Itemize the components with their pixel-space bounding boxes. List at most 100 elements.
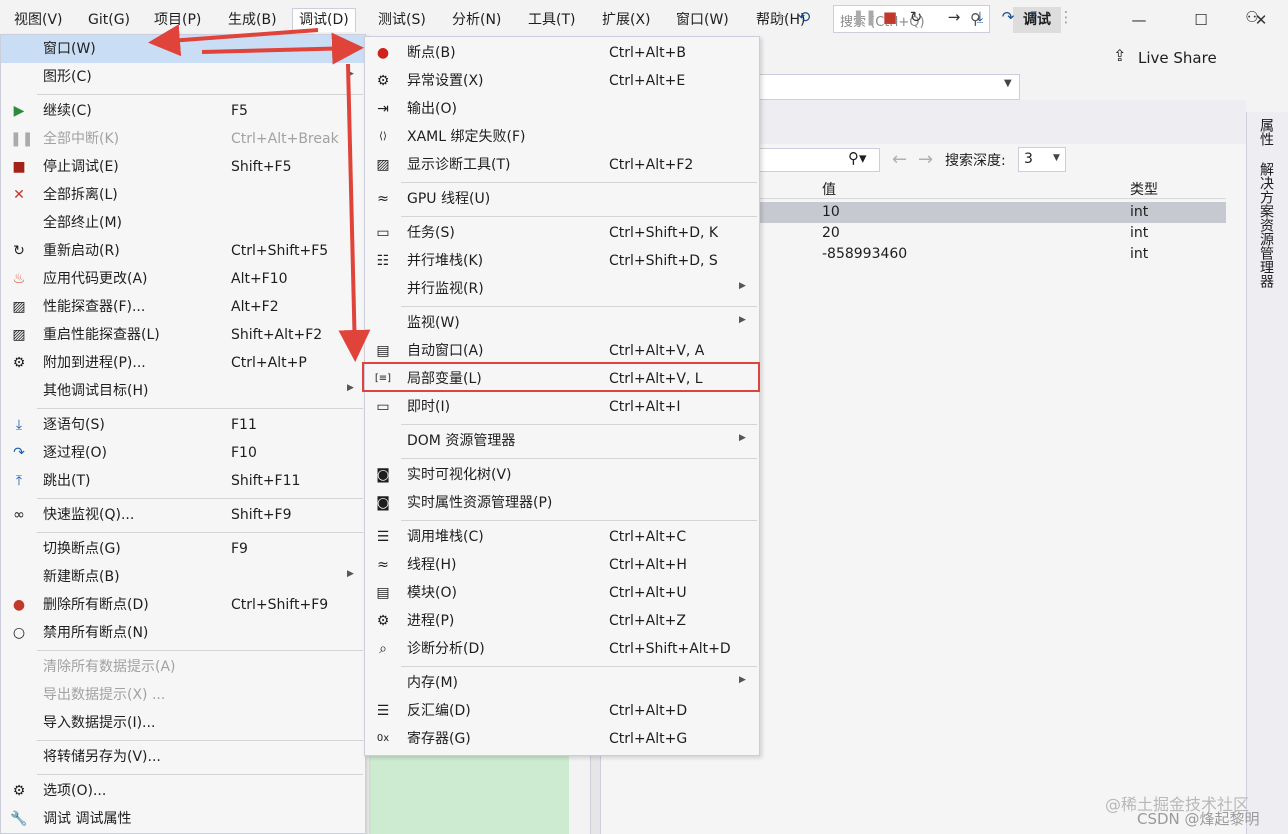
locals-value-cell[interactable]: 20 [822,223,840,244]
menu-item[interactable]: 0x 寄存器(G) Ctrl+Alt+G [365,725,759,753]
menubar-item-9[interactable]: 窗口(W) [670,8,735,32]
menubar-item-0[interactable]: 视图(V) [8,8,69,32]
menu-item[interactable]: 监视(W) ▶ [365,309,759,337]
menu-item[interactable]: ▨ 显示诊断工具(T) Ctrl+Alt+F2 [365,151,759,179]
menu-item[interactable]: ☰ 反汇编(D) Ctrl+Alt+D [365,697,759,725]
menu-item[interactable]: ⤓ 逐语句(S) F11 [1,411,365,439]
menu-item-label: 并行监视(R) [407,281,484,297]
menubar-item-4[interactable]: 调试(D) [292,8,356,32]
menu-item[interactable]: 窗口(W) ▶ [1,35,365,63]
hot-reload-icon[interactable]: ⟲ [794,6,814,28]
menu-item[interactable]: ⤒ 跳出(T) Shift+F11 [1,467,365,495]
menu-item[interactable]: ▨ 重启性能探查器(L) Shift+Alt+F2 [1,321,365,349]
menu-item[interactable]: ● 删除所有断点(D) Ctrl+Shift+F9 [1,591,365,619]
menu-item[interactable]: ❚❚ 全部中断(K) Ctrl+Alt+Break [1,125,365,153]
menu-item[interactable]: ■ 停止调试(E) Shift+F5 [1,153,365,181]
menu-item[interactable]: 🔧 调试 调试属性 [1,805,365,833]
step-out-icon[interactable]: ⤒ [1024,6,1044,28]
locals-row[interactable]: -858993460 int [760,244,1226,265]
menu-item[interactable]: 全部终止(M) [1,209,365,237]
menu-item[interactable]: 切换断点(G) F9 [1,535,365,563]
menu-item[interactable]: ☷ 并行堆栈(K) Ctrl+Shift+D, S [365,247,759,275]
menu-item[interactable]: 图形(C) ▶ [1,63,365,91]
back-arrow-icon[interactable]: ← [892,149,907,170]
menu-item[interactable]: 内存(M) ▶ [365,669,759,697]
stop-icon[interactable]: ■ [880,6,900,28]
menu-item[interactable]: 其他调试目标(H) ▶ [1,377,365,405]
menu-item[interactable]: ☰ 调用堆栈(C) Ctrl+Alt+C [365,523,759,551]
column-header-type[interactable]: 类型 [1130,179,1158,199]
menu-item[interactable]: ⚙ 选项(O)... [1,777,365,805]
menu-separator [401,424,757,425]
share-icon[interactable]: ⇪ [1113,46,1126,65]
menu-item[interactable]: ↻ 重新启动(R) Ctrl+Shift+F5 [1,237,365,265]
stack-frame-combo[interactable] [760,74,1020,100]
step-over-icon[interactable]: ↷ [998,6,1018,28]
menu-item[interactable]: 新建断点(B) ▶ [1,563,365,591]
menu-item[interactable]: ⇥ 输出(O) [365,95,759,123]
menu-item[interactable]: ◙ 实时属性资源管理器(P) [365,489,759,517]
menu-item[interactable]: 并行监视(R) ▶ [365,275,759,303]
locals-row[interactable]: 10 int [760,202,1226,223]
locals-value-cell[interactable]: -858993460 [822,244,907,265]
pause-icon: ❚❚ [10,131,34,147]
menubar-item-2[interactable]: 项目(P) [148,8,207,32]
menubar-item-3[interactable]: 生成(B) [222,8,283,32]
chevron-down-icon[interactable]: ▼ [1053,153,1060,163]
step-into-icon: ⤓ [15,417,23,433]
menu-item[interactable]: ↷ 逐过程(O) F10 [1,439,365,467]
call-stack-icon: ☰ [376,529,390,545]
restart-icon[interactable]: ↻ [906,6,926,28]
menu-item[interactable]: ⟨⟩ XAML 绑定失败(F) [365,123,759,151]
menubar-item-6[interactable]: 分析(N) [446,8,507,32]
tab-solution-explorer[interactable]: 解决方案资源管理器 [1256,162,1276,288]
maximize-icon[interactable]: ☐ [1186,8,1216,32]
menu-item-shortcut: Ctrl+Alt+E [609,73,686,89]
menu-item[interactable]: 导入数据提示(I)... [1,709,365,737]
menubar-item-1[interactable]: Git(G) [82,8,136,32]
pause-icon[interactable]: ❚❚ [852,6,877,28]
menu-item[interactable]: ♨ 应用代码更改(A) Alt+F10 [1,265,365,293]
column-header-value[interactable]: 值 [822,179,836,199]
menu-item[interactable]: ● 断点(B) Ctrl+Alt+B [365,39,759,67]
menubar-item-5[interactable]: 测试(S) [372,8,432,32]
menu-item[interactable]: ≈ GPU 线程(U) [365,185,759,213]
menu-item[interactable]: 清除所有数据提示(A) [1,653,365,681]
menu-item[interactable]: ⚙ 异常设置(X) Ctrl+Alt+E [365,67,759,95]
chevron-down-icon[interactable]: ▼ [1004,78,1012,89]
play-icon: ▶ [13,103,25,119]
menu-item[interactable]: ▨ 性能探查器(F)... Alt+F2 [1,293,365,321]
menu-item[interactable]: ▤ 模块(O) Ctrl+Alt+U [365,579,759,607]
menubar-item-8[interactable]: 扩展(X) [596,8,657,32]
panel-divider[interactable] [590,756,600,834]
forward-arrow-icon[interactable]: → [918,149,933,170]
menu-item-label: 图形(C) [43,69,92,85]
menu-item[interactable]: ○ 禁用所有断点(N) [1,619,365,647]
menu-item[interactable]: ▭ 即时(I) Ctrl+Alt+I [365,393,759,421]
menubar-item-7[interactable]: 工具(T) [522,8,581,32]
locals-value-cell[interactable]: 10 [822,202,840,223]
minimize-icon[interactable]: — [1124,8,1154,32]
menu-item[interactable]: ⚙ 附加到进程(P)... Ctrl+Alt+P [1,349,365,377]
pin-icon[interactable]: ✈ [770,6,790,28]
feedback-icon[interactable]: ⚇ [1242,6,1262,28]
menu-item[interactable]: ✕ 全部拆离(L) [1,181,365,209]
step-into-icon[interactable]: ⤓ [970,6,990,28]
menu-item[interactable]: ▤ 自动窗口(A) Ctrl+Alt+V, A [365,337,759,365]
menu-item[interactable]: ⌕ 诊断分析(D) Ctrl+Shift+Alt+D [365,635,759,663]
toolbar-overflow-icon[interactable]: ⋮ [1056,6,1076,28]
menu-item[interactable]: ▶ 继续(C) F5 [1,97,365,125]
menu-item[interactable]: ▭ 任务(S) Ctrl+Shift+D, K [365,219,759,247]
live-share-button[interactable]: Live Share [1138,47,1217,69]
menu-item[interactable]: DOM 资源管理器 ▶ [365,427,759,455]
menu-item[interactable]: ◙ 实时可视化树(V) [365,461,759,489]
search-icon[interactable]: ⚲▾ [848,149,867,167]
menu-item[interactable]: 导出数据提示(X) ... [1,681,365,709]
menu-item[interactable]: ⚙ 进程(P) Ctrl+Alt+Z [365,607,759,635]
tab-properties[interactable]: 属性 [1256,118,1276,146]
menu-item[interactable]: ∞ 快速监视(Q)... Shift+F9 [1,501,365,529]
menu-item[interactable]: ≈ 线程(H) Ctrl+Alt+H [365,551,759,579]
show-next-statement-icon[interactable]: → [944,6,964,28]
menu-item[interactable]: 将转储另存为(V)... [1,743,365,771]
locals-row[interactable]: 20 int [760,223,1226,244]
